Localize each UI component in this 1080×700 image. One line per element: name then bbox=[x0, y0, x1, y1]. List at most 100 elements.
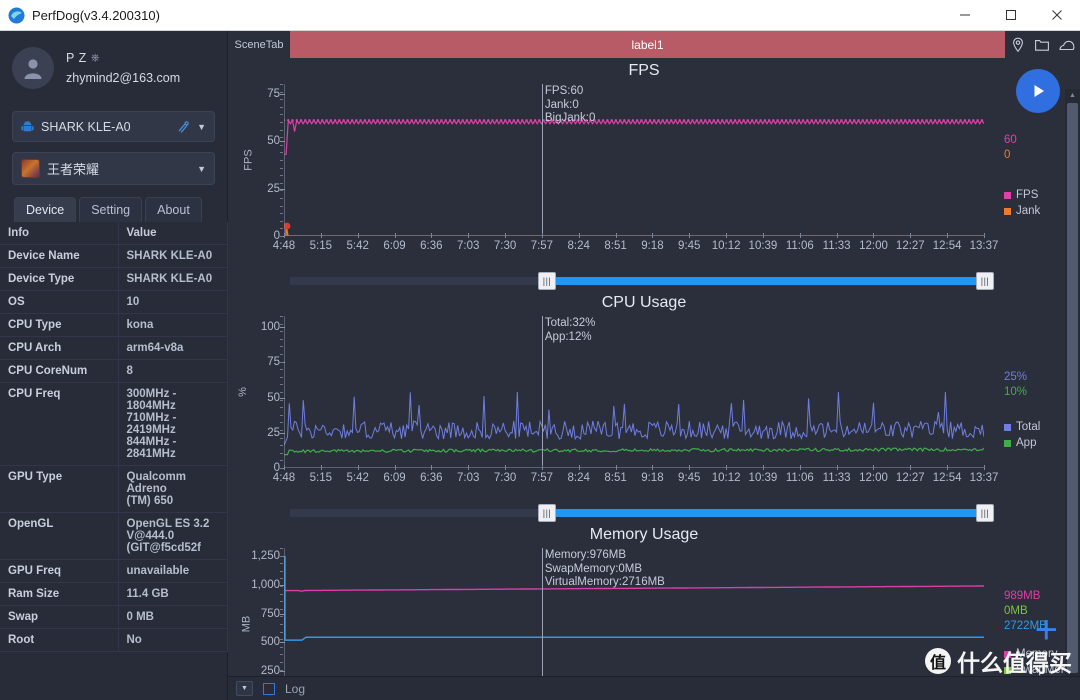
series-point bbox=[299, 119, 303, 122]
x-tick-mark bbox=[284, 233, 285, 238]
y-tick-minor bbox=[280, 662, 283, 663]
info-key: CPU Freq bbox=[0, 382, 119, 466]
series-point bbox=[376, 119, 379, 122]
y-tick-minor bbox=[280, 361, 283, 363]
series-point bbox=[929, 119, 932, 122]
plot-area[interactable] bbox=[284, 316, 984, 468]
series-point bbox=[287, 119, 290, 122]
scroll-up-icon[interactable]: ▲ bbox=[1065, 89, 1080, 102]
x-tick-label: 7:03 bbox=[457, 472, 480, 484]
series-point bbox=[882, 119, 886, 122]
y-tick-minor bbox=[280, 624, 283, 625]
x-tick-mark bbox=[578, 233, 580, 238]
y-tick-minor bbox=[280, 152, 283, 154]
x-tick-label: 8:24 bbox=[567, 240, 590, 252]
series-point bbox=[316, 119, 320, 122]
y-tick-minor bbox=[280, 407, 283, 409]
timeline-left-handle[interactable]: ||| bbox=[538, 504, 556, 522]
series-point bbox=[427, 119, 430, 122]
x-tick-mark bbox=[578, 465, 580, 470]
x-tick-label: 6:09 bbox=[383, 240, 406, 252]
series-point bbox=[538, 119, 541, 122]
y-tick-minor bbox=[280, 122, 283, 123]
series-point bbox=[627, 119, 630, 122]
timeline-scrollbar[interactable]: ||| ||| bbox=[228, 504, 1060, 522]
series-point bbox=[512, 119, 515, 122]
scene-tab[interactable]: SceneTab bbox=[228, 31, 290, 58]
cursor-line[interactable] bbox=[541, 316, 543, 468]
readout-line: App:12% bbox=[544, 330, 592, 343]
tab-setting[interactable]: Setting bbox=[79, 197, 143, 222]
series-point bbox=[967, 119, 971, 122]
game-icon bbox=[21, 159, 40, 178]
tab-device[interactable]: Device bbox=[14, 197, 77, 222]
legend-swatch bbox=[1004, 207, 1011, 215]
timeline-left-handle[interactable]: ||| bbox=[538, 272, 556, 290]
plot-area[interactable] bbox=[284, 84, 984, 236]
chart-title: Memory Usage bbox=[589, 526, 699, 543]
y-tick-minor bbox=[280, 331, 283, 333]
timeline-scrollbar[interactable]: ||| ||| bbox=[228, 272, 1060, 290]
series-point bbox=[865, 119, 869, 122]
series-point bbox=[457, 119, 460, 122]
x-tick-label: 9:18 bbox=[641, 240, 664, 252]
series-point bbox=[495, 119, 498, 122]
y-tick-minor bbox=[280, 593, 283, 595]
x-tick-label: 5:42 bbox=[346, 240, 369, 252]
maximize-button[interactable] bbox=[988, 0, 1034, 31]
series-point bbox=[342, 119, 345, 122]
x-tick-mark bbox=[799, 465, 801, 470]
minimize-button[interactable] bbox=[942, 0, 988, 31]
vertical-scrollbar[interactable]: ▲ ▼ bbox=[1065, 89, 1080, 700]
series-point bbox=[712, 119, 715, 122]
location-pin-icon[interactable] bbox=[1010, 37, 1026, 53]
label-bar[interactable]: label1 bbox=[290, 31, 1005, 58]
chevron-down-icon[interactable]: ▼ bbox=[197, 164, 206, 174]
device-select[interactable]: SHARK KLE-A0 ▼ bbox=[12, 111, 215, 142]
series-point bbox=[431, 119, 435, 122]
window-controls bbox=[942, 0, 1080, 31]
info-key: OS bbox=[0, 290, 119, 314]
user-avatar-icon bbox=[12, 47, 54, 89]
close-button[interactable] bbox=[1034, 0, 1080, 31]
tab-about[interactable]: About bbox=[145, 197, 202, 222]
y-tick-minor bbox=[280, 190, 283, 192]
x-tick-label: 10:39 bbox=[748, 472, 778, 484]
x-tick-label: 7:57 bbox=[530, 240, 554, 252]
series-point bbox=[631, 119, 635, 122]
power-icon[interactable]: ⎈ bbox=[91, 52, 100, 65]
series-point bbox=[887, 119, 890, 122]
series-point bbox=[423, 119, 426, 122]
x-tick-label: 7:03 bbox=[457, 240, 480, 252]
y-tick-minor bbox=[280, 205, 283, 207]
legend-item[interactable]: Jank bbox=[1004, 205, 1040, 217]
timeline-right-handle[interactable]: ||| bbox=[976, 272, 994, 290]
y-tick-label: 75 bbox=[267, 87, 280, 100]
current-value: 10% bbox=[1004, 386, 1028, 398]
folder-icon[interactable] bbox=[1034, 37, 1050, 53]
series-point bbox=[742, 119, 745, 122]
start-record-button[interactable] bbox=[1016, 69, 1060, 113]
legend-item[interactable]: FPS bbox=[1004, 189, 1040, 201]
legend-item[interactable]: App bbox=[1004, 437, 1040, 449]
series-point bbox=[610, 119, 613, 122]
panel-dropdown-button[interactable]: ▼ bbox=[236, 681, 253, 696]
y-tick-minor bbox=[280, 160, 283, 161]
window-titlebar: PerfDog(v3.4.200310) bbox=[0, 0, 1080, 31]
x-tick-label: 5:15 bbox=[309, 240, 333, 252]
series-point bbox=[389, 119, 392, 122]
cloud-icon[interactable] bbox=[1058, 37, 1076, 53]
series-point bbox=[338, 119, 341, 122]
series-point bbox=[750, 119, 754, 122]
y-tick-minor bbox=[280, 422, 283, 424]
scrollbar-thumb[interactable] bbox=[1067, 103, 1078, 673]
x-tick-mark bbox=[836, 233, 838, 238]
cursor-line[interactable] bbox=[541, 84, 543, 236]
log-checkbox[interactable] bbox=[263, 682, 275, 695]
series-point bbox=[670, 119, 673, 122]
app-select[interactable]: 王者荣耀 ▼ bbox=[12, 152, 215, 185]
y-tick-minor bbox=[280, 460, 283, 462]
timeline-right-handle[interactable]: ||| bbox=[976, 504, 994, 522]
chevron-down-icon[interactable]: ▼ bbox=[197, 122, 206, 132]
legend-item[interactable]: Total bbox=[1004, 421, 1040, 433]
